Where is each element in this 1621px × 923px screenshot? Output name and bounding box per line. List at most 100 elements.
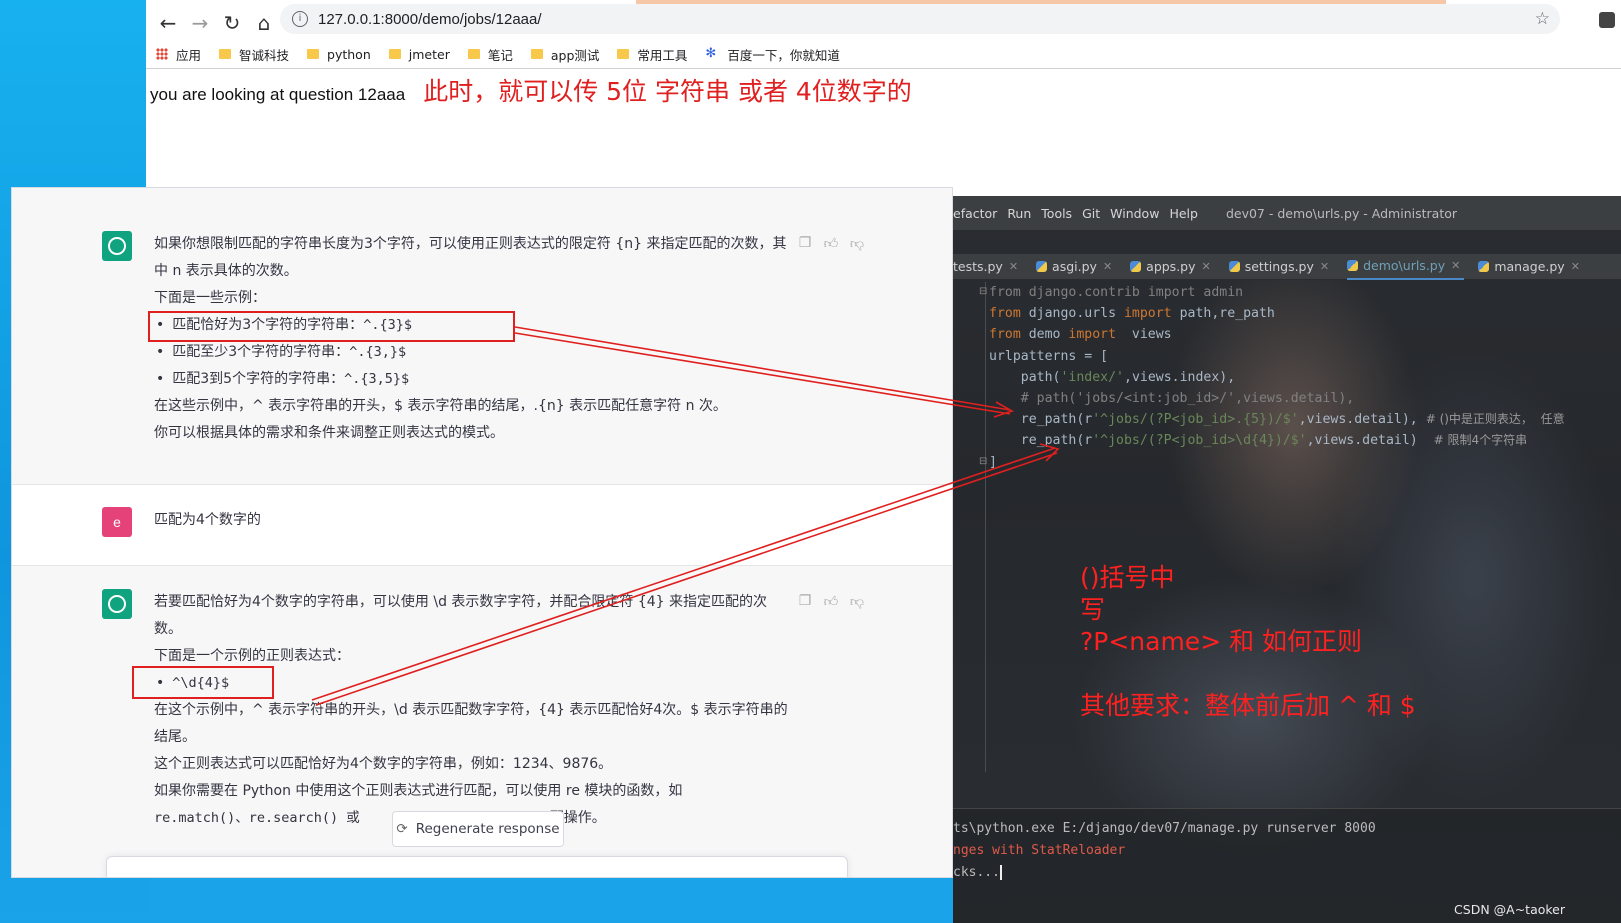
ide-menubar: efactor Run Tools Git Window Help dev07 … — [953, 196, 1621, 230]
terminal-line: ts\python.exe E:/django/dev07/manage.py … — [953, 821, 1376, 836]
bookmark-folder[interactable]: app测试 — [530, 45, 599, 64]
menu-tools[interactable]: Tools — [1041, 206, 1072, 221]
red-annotation: 其他要求：整体前后加 ^ 和 $ — [1080, 691, 1416, 720]
python-file-icon — [1478, 261, 1490, 272]
folder-icon — [388, 49, 401, 59]
close-icon[interactable]: ✕ — [1451, 259, 1460, 272]
page-response-text: you are looking at question 12aaa — [150, 85, 406, 104]
copy-icon[interactable]: ❐ — [797, 235, 813, 252]
code-line: re_path(r'^jobs/(?P<job_id>.{5})/$',view… — [989, 412, 1565, 428]
bookmark-baidu[interactable]: ✻ 百度一下，你就知道 — [705, 45, 840, 64]
fold-icon[interactable]: ⊟ — [979, 286, 987, 297]
code-line: from demo import views — [989, 327, 1172, 343]
terminal-line: cks... — [953, 865, 1002, 880]
reload-icon[interactable]: ↻ — [216, 7, 248, 39]
fold-icon[interactable]: ⊟ — [979, 456, 987, 467]
editor-tabs: tests.py ✕ asgi.py ✕ apps.py ✕ settings.py ✕… — [953, 254, 1621, 280]
refresh-icon: ⟳ — [396, 821, 408, 837]
folder-icon — [467, 49, 480, 59]
browser-window: ← → ↻ ⌂ i 127.0.0.1:8000/demo/jobs/12aaa… — [146, 0, 1621, 200]
address-bar[interactable]: i 127.0.0.1:8000/demo/jobs/12aaa/ ☆ — [280, 4, 1560, 34]
message-paragraph: 下面是一些示例： — [154, 290, 266, 306]
site-info-icon[interactable]: i — [292, 11, 308, 27]
bookmark-label: 笔记 — [487, 47, 513, 63]
code-line: # path('jobs/<int:job_id>/',views.detail… — [989, 391, 1355, 407]
baidu-paw-icon: ✻ — [705, 46, 717, 61]
terminal-line: nges with StatReloader — [953, 843, 1126, 858]
thumbs-up-icon[interactable]: 👍︎ — [823, 593, 839, 610]
menu-refactor[interactable]: efactor — [953, 206, 997, 221]
code-editor[interactable]: from django.contrib import admin from dja… — [989, 282, 1565, 473]
chat-window: 如果你想限制匹配的字符串长度为3个字符，可以使用正则表达式的限定符 {n} 来指… — [11, 187, 953, 878]
close-icon[interactable]: ✕ — [1571, 260, 1580, 273]
list-item: 匹配3到5个字符的字符串：^.{3,5}$ — [154, 366, 794, 393]
python-file-icon — [1347, 260, 1359, 271]
message-actions: ❐ 👍︎ 👎︎ — [797, 235, 865, 252]
text-cursor — [999, 865, 1002, 880]
bookmark-label: python — [327, 46, 371, 62]
forward-arrow-icon[interactable]: → — [184, 7, 216, 39]
thumbs-down-icon[interactable]: 👎︎ — [849, 593, 865, 610]
red-annotation: 写 — [1080, 595, 1106, 624]
tab-demo-urls[interactable]: demo\urls.py ✕ — [1347, 254, 1465, 280]
message-paragraph: 如果你想限制匹配的字符串长度为3个字符，可以使用正则表达式的限定符 {n} 来指… — [154, 236, 787, 279]
tab-label: demo\urls.py — [1363, 258, 1446, 273]
tab-settings[interactable]: settings.py ✕ — [1228, 259, 1333, 274]
close-icon[interactable]: ✕ — [1320, 260, 1329, 273]
bookmark-apps[interactable]: 应用 — [156, 45, 201, 64]
chat-input[interactable] — [106, 856, 848, 877]
home-icon[interactable]: ⌂ — [248, 7, 280, 39]
menu-git[interactable]: Git — [1082, 206, 1100, 221]
bookmark-star-icon[interactable]: ☆ — [1535, 9, 1550, 29]
url-text[interactable]: 127.0.0.1:8000/demo/jobs/12aaa/ — [318, 11, 542, 28]
close-icon[interactable]: ✕ — [1009, 260, 1018, 273]
extension-icon[interactable] — [1599, 12, 1615, 28]
bookmark-folder[interactable]: jmeter — [388, 47, 450, 62]
code-line: re_path(r'^jobs/(?P<job_id>\d{4})/$',vie… — [989, 433, 1528, 449]
regenerate-response-button[interactable]: ⟳ Regenerate response — [392, 811, 564, 847]
apps-grid-icon — [156, 48, 168, 60]
code-line: from django.urls import path,re_path — [989, 306, 1275, 322]
bookmark-folder[interactable]: 智诚科技 — [219, 45, 289, 64]
bookmark-label: 应用 — [176, 47, 202, 63]
tab-label: asgi.py — [1052, 259, 1097, 274]
thumbs-down-icon[interactable]: 👎︎ — [849, 235, 865, 252]
message-paragraph: 若要匹配恰好为4个数字的字符串，可以使用 \d 表示数字字符，并配合限定符 {4… — [154, 594, 768, 637]
user-message: e 匹配为4个数字的 — [12, 484, 952, 566]
ide-window: efactor Run Tools Git Window Help dev07 … — [953, 196, 1621, 923]
copy-icon[interactable]: ❐ — [797, 593, 813, 610]
thumbs-up-icon[interactable]: 👍︎ — [823, 235, 839, 252]
bookmark-folder[interactable]: python — [307, 47, 371, 62]
message-paragraph: 你可以根据具体的需求和条件来调整正则表达式的模式。 — [154, 425, 504, 441]
tab-apps[interactable]: apps.py ✕ — [1130, 259, 1215, 274]
bookmark-folder[interactable]: 常用工具 — [617, 45, 687, 64]
close-icon[interactable]: ✕ — [1103, 260, 1112, 273]
python-file-icon — [1228, 261, 1240, 272]
python-file-icon — [1036, 261, 1048, 272]
menu-window[interactable]: Window — [1110, 206, 1159, 221]
close-icon[interactable]: ✕ — [1202, 260, 1211, 273]
tab-manage[interactable]: manage.py ✕ — [1478, 259, 1584, 274]
code-line: ] — [989, 454, 997, 470]
editor-gutter — [985, 282, 986, 772]
tab-tests[interactable]: tests.py ✕ — [953, 259, 1022, 274]
tab-label: apps.py — [1146, 259, 1196, 274]
message-body: 匹配为4个数字的 — [154, 512, 261, 528]
bookmarks-bar: 应用 智诚科技 python jmeter 笔记 app测试 常用工具 ✻ 百度一… — [146, 42, 1621, 66]
red-annotation: ?P<name> 和 如何正则 — [1080, 627, 1363, 656]
python-file-icon — [1130, 261, 1142, 272]
back-arrow-icon[interactable]: ← — [152, 7, 184, 39]
red-annotation: ()括号中 — [1080, 563, 1175, 592]
tab-label: manage.py — [1494, 259, 1565, 274]
menu-help[interactable]: Help — [1169, 206, 1198, 221]
bookmark-label: 常用工具 — [637, 47, 688, 63]
folder-icon — [617, 49, 630, 59]
ide-window-title: dev07 - demo\urls.py - Administrator — [1225, 205, 1458, 221]
folder-icon — [530, 49, 543, 59]
bookmark-folder[interactable]: 笔记 — [467, 45, 513, 64]
code-line: from django.contrib import admin — [989, 285, 1244, 300]
folder-icon — [307, 49, 320, 59]
message-actions: ❐ 👍︎ 👎︎ — [797, 593, 865, 610]
menu-run[interactable]: Run — [1007, 206, 1031, 221]
tab-asgi[interactable]: asgi.py ✕ — [1036, 259, 1116, 274]
